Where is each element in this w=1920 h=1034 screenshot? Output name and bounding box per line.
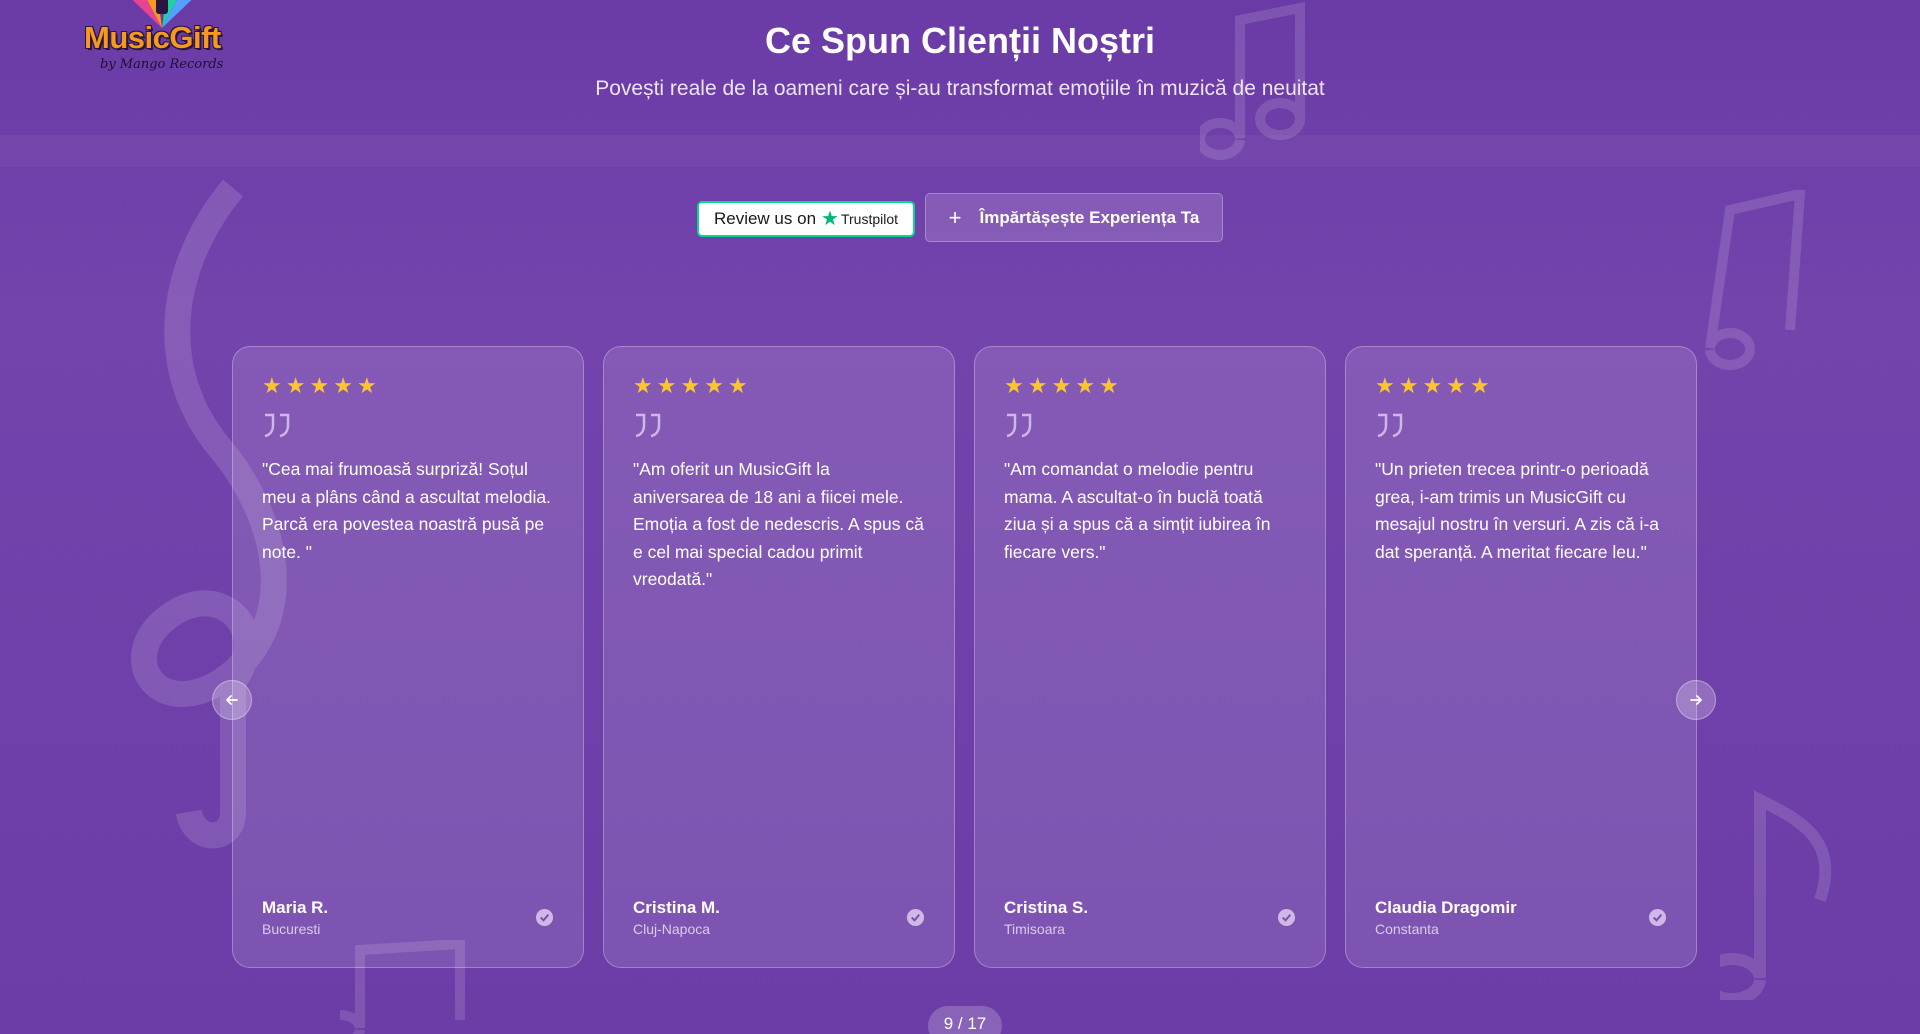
testimonial-author: Maria R. xyxy=(262,898,329,917)
page-title: Ce Spun Clienții Noștri xyxy=(764,20,1156,61)
star-icon: ★ xyxy=(1469,373,1490,398)
star-icon: ★ xyxy=(1075,373,1095,398)
star-icon: ★ xyxy=(633,373,653,398)
page-subtitle: Povești reale de la oameni care și-au tr… xyxy=(595,77,1325,100)
quote-icon xyxy=(635,413,661,438)
verified-check-icon xyxy=(535,908,554,927)
testimonial-author: Cristina M. xyxy=(633,898,720,917)
star-icon: ★ xyxy=(1398,373,1419,398)
rating-stars: ★ ★ ★ ★ ★ xyxy=(1375,375,1667,397)
star-icon: ★ xyxy=(1422,373,1443,398)
trustpilot-star-icon: ★ xyxy=(821,208,839,230)
star-icon: ★ xyxy=(1004,373,1024,398)
star-icon: ★ xyxy=(1375,373,1395,398)
star-icon: ★ xyxy=(1027,373,1048,398)
star-icon: ★ xyxy=(333,373,353,398)
trustpilot-prefix: Review us on xyxy=(713,209,817,228)
trustpilot-review-button[interactable]: Review us on ★ Trustpilot xyxy=(697,201,915,237)
carousel-next-button[interactable] xyxy=(1676,680,1716,720)
star-icon: ★ xyxy=(680,373,701,398)
star-icon: ★ xyxy=(1098,373,1119,398)
arrow-right-icon xyxy=(1690,695,1702,705)
star-icon: ★ xyxy=(1051,373,1072,398)
testimonial-text: "Cea mai frumoasă surpriză! Soțul meu a … xyxy=(262,459,551,562)
carousel-pager: 9 / 17 xyxy=(928,1006,1002,1034)
testimonial-card: ★ ★ ★ ★ ★ "Am oferit un MusicGift la anivers… xyxy=(603,346,955,968)
star-icon: ★ xyxy=(309,373,330,398)
testimonial-card: ★ ★ ★ ★ ★ "Am comandat o melodie pentru mama… xyxy=(974,346,1326,968)
trustpilot-brand: ★ Trustpilot xyxy=(821,209,898,229)
testimonial-card: ★ ★ ★ ★ ★ "Un prieten trecea printr-o perioa… xyxy=(1345,346,1697,968)
share-experience-button[interactable]: + Împărtășește Experiența Ta xyxy=(925,193,1223,242)
share-experience-label: Împărtășește Experiența Ta xyxy=(979,207,1200,227)
testimonial-author: Cristina S. xyxy=(1004,898,1089,917)
testimonial-card: ★ ★ ★ ★ ★ "Cea mai frumoasă surpriză! Soțul … xyxy=(232,346,584,968)
star-icon: ★ xyxy=(285,373,306,398)
testimonials-carousel: ★ ★ ★ ★ ★ "Cea mai frumoasă surpriză! Soțul … xyxy=(232,346,1697,968)
verified-check-icon xyxy=(1277,908,1296,927)
trustpilot-brand-label: Trustpilot xyxy=(840,211,899,227)
rating-stars: ★ ★ ★ ★ ★ xyxy=(633,375,925,397)
testimonial-city: Constanta xyxy=(1375,921,1439,937)
testimonial-city: Timisoara xyxy=(1004,921,1065,937)
star-icon: ★ xyxy=(262,373,282,398)
verified-check-icon xyxy=(906,908,925,927)
star-icon: ★ xyxy=(727,373,748,398)
quote-icon xyxy=(264,413,290,438)
review-actions: Review us on ★ Trustpilot + Împărtășește… xyxy=(0,193,1920,242)
quote-icon xyxy=(1006,413,1032,438)
star-icon: ★ xyxy=(704,373,724,398)
testimonial-text: "Am oferit un MusicGift la aniversarea d… xyxy=(633,459,924,589)
verified-check-icon xyxy=(1648,908,1667,927)
rating-stars: ★ ★ ★ ★ ★ xyxy=(1004,375,1296,397)
rating-stars: ★ ★ ★ ★ ★ xyxy=(262,375,554,397)
plus-icon: + xyxy=(948,204,962,230)
testimonial-city: Cluj-Napoca xyxy=(633,921,711,937)
testimonial-text: "Am comandat o melodie pentru mama. A as… xyxy=(1004,459,1271,562)
star-icon: ★ xyxy=(356,373,377,398)
quote-icon xyxy=(1377,413,1403,438)
testimonial-text: "Un prieten trecea printr-o perioadă gre… xyxy=(1375,459,1659,562)
star-icon: ★ xyxy=(656,373,677,398)
music-note-icon xyxy=(1720,790,1832,1000)
testimonial-author: Claudia Dragomir xyxy=(1375,898,1517,917)
testimonial-city: Bucuresti xyxy=(262,921,321,937)
star-icon: ★ xyxy=(1446,373,1466,398)
